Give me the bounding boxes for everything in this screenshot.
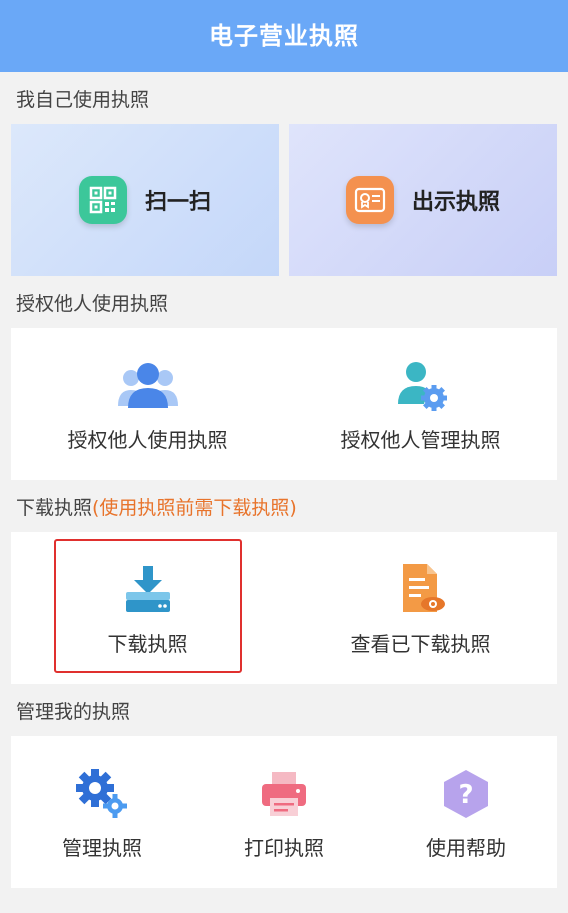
app-header: 电子营业执照 <box>0 0 568 72</box>
users-icon <box>116 356 180 412</box>
scan-button[interactable]: 扫一扫 <box>11 124 279 276</box>
help-label: 使用帮助 <box>426 835 506 860</box>
help-icon: ? <box>440 764 492 820</box>
authorize-use-button[interactable]: 授权他人使用执照 <box>11 328 284 480</box>
svg-text:?: ? <box>458 780 473 810</box>
gears-icon <box>75 764 129 820</box>
section-label-self: 我自己使用执照 <box>0 72 568 124</box>
self-actions: 扫一扫 出示执照 <box>0 124 568 276</box>
print-license-button[interactable]: 打印执照 <box>193 736 375 888</box>
user-gear-icon <box>394 356 448 412</box>
show-license-label: 出示执照 <box>411 190 500 215</box>
manage-license-label: 管理执照 <box>62 835 142 860</box>
scan-label: 扫一扫 <box>144 190 211 215</box>
download-license-button[interactable]: 下载执照 <box>11 532 284 684</box>
view-downloaded-button[interactable]: 查看已下载执照 <box>284 532 557 684</box>
document-view-icon <box>395 560 447 616</box>
page-title: 电子营业执照 <box>209 21 359 50</box>
authorize-manage-button[interactable]: 授权他人管理执照 <box>284 328 557 480</box>
section-label-download: 下载执照 (使用执照前需下载执照) <box>0 480 568 532</box>
section-label-authorize: 授权他人使用执照 <box>0 276 568 328</box>
manage-panel: 管理执照 打印执照 ? 使用帮助 <box>11 736 557 888</box>
printer-icon <box>258 764 310 820</box>
qr-code-icon <box>78 176 127 224</box>
download-note: (使用执照前需下载执照) <box>92 496 297 519</box>
section-self-text: 我自己使用执照 <box>16 88 150 111</box>
authorize-manage-label: 授权他人管理执照 <box>340 427 501 452</box>
download-icon <box>122 560 174 616</box>
authorize-use-label: 授权他人使用执照 <box>67 427 228 452</box>
section-authorize-text: 授权他人使用执照 <box>16 292 169 315</box>
download-license-label: 下载执照 <box>107 631 188 656</box>
help-button[interactable]: ? 使用帮助 <box>375 736 557 888</box>
manage-license-button[interactable]: 管理执照 <box>11 736 193 888</box>
license-card-icon <box>345 176 394 224</box>
section-label-manage: 管理我的执照 <box>0 684 568 736</box>
print-license-label: 打印执照 <box>244 835 324 860</box>
section-download-text: 下载执照 <box>16 496 93 519</box>
view-downloaded-label: 查看已下载执照 <box>350 631 491 656</box>
show-license-button[interactable]: 出示执照 <box>289 124 557 276</box>
section-manage-text: 管理我的执照 <box>16 700 131 723</box>
download-panel: 下载执照 查看已下载执照 <box>11 532 557 684</box>
authorize-panel: 授权他人使用执照 授权他人管理执照 <box>11 328 557 480</box>
